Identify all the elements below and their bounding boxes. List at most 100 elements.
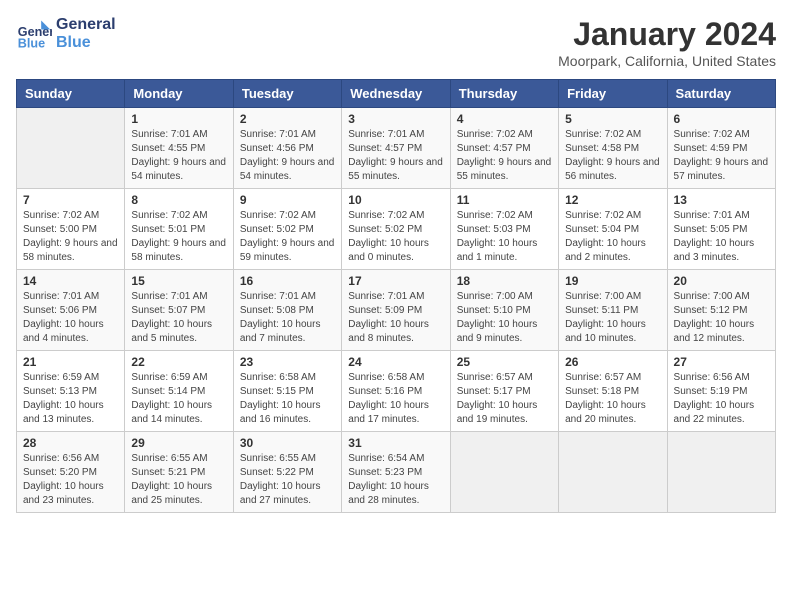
calendar-cell: 5 Sunrise: 7:02 AMSunset: 4:58 PMDaylight… [559, 108, 667, 189]
calendar-cell: 30Sunrise: 6:55 AMSunset: 5:22 PMDayligh… [233, 432, 341, 513]
logo: General Blue General Blue [16, 16, 116, 52]
day-info: Sunrise: 7:00 AMSunset: 5:12 PMDaylight:… [674, 290, 769, 346]
calendar-cell [450, 432, 558, 513]
day-number: 29 [131, 436, 226, 450]
day-number: 25 [457, 355, 552, 369]
calendar-week-row: 1 Sunrise: 7:01 AMSunset: 4:55 PMDaylight… [17, 108, 776, 189]
day-info: Sunrise: 7:02 AMSunset: 5:02 PMDaylight:… [348, 209, 443, 265]
calendar-cell: 1 Sunrise: 7:01 AMSunset: 4:55 PMDaylight… [125, 108, 233, 189]
day-info: Sunrise: 6:57 AMSunset: 5:18 PMDaylight:… [565, 371, 660, 427]
calendar-cell: 21 Sunrise: 6:59 AMSunset: 5:13 PMDayligh… [17, 351, 125, 432]
day-number: 18 [457, 274, 552, 288]
day-info: Sunrise: 7:00 AMSunset: 5:11 PMDaylight:… [565, 290, 660, 346]
day-info: Sunrise: 7:02 AMSunset: 5:01 PMDaylight:… [131, 209, 226, 265]
calendar-cell: 23Sunrise: 6:58 AMSunset: 5:15 PMDayligh… [233, 351, 341, 432]
calendar-cell: 25 Sunrise: 6:57 AMSunset: 5:17 PMDayligh… [450, 351, 558, 432]
calendar-cell: 14 Sunrise: 7:01 AMSunset: 5:06 PMDayligh… [17, 270, 125, 351]
calendar-cell: 4 Sunrise: 7:02 AMSunset: 4:57 PMDaylight… [450, 108, 558, 189]
weekday-header-wednesday: Wednesday [342, 80, 450, 108]
day-info: Sunrise: 6:58 AMSunset: 5:15 PMDaylight:… [240, 371, 335, 427]
month-title: January 2024 [558, 16, 776, 53]
day-number: 7 [23, 193, 118, 207]
day-info: Sunrise: 7:02 AMSunset: 5:00 PMDaylight:… [23, 209, 118, 265]
calendar-cell: 17Sunrise: 7:01 AMSunset: 5:09 PMDayligh… [342, 270, 450, 351]
day-number: 28 [23, 436, 118, 450]
day-info: Sunrise: 7:01 AMSunset: 5:08 PMDaylight:… [240, 290, 335, 346]
day-info: Sunrise: 7:02 AMSunset: 5:02 PMDaylight:… [240, 209, 335, 265]
day-number: 26 [565, 355, 660, 369]
day-number: 30 [240, 436, 335, 450]
calendar-cell: 20 Sunrise: 7:00 AMSunset: 5:12 PMDayligh… [667, 270, 775, 351]
day-info: Sunrise: 7:01 AMSunset: 5:09 PMDaylight:… [348, 290, 443, 346]
day-number: 11 [457, 193, 552, 207]
calendar-cell [667, 432, 775, 513]
day-info: Sunrise: 7:01 AMSunset: 5:07 PMDaylight:… [131, 290, 226, 346]
day-info: Sunrise: 6:59 AMSunset: 5:13 PMDaylight:… [23, 371, 118, 427]
calendar-cell: 26 Sunrise: 6:57 AMSunset: 5:18 PMDayligh… [559, 351, 667, 432]
day-number: 1 [131, 112, 226, 126]
weekday-header-thursday: Thursday [450, 80, 558, 108]
day-number: 15 [131, 274, 226, 288]
calendar-cell: 28 Sunrise: 6:56 AMSunset: 5:20 PMDayligh… [17, 432, 125, 513]
weekday-header-sunday: Sunday [17, 80, 125, 108]
day-info: Sunrise: 7:01 AMSunset: 4:55 PMDaylight:… [131, 128, 226, 184]
calendar-cell [17, 108, 125, 189]
day-info: Sunrise: 6:59 AMSunset: 5:14 PMDaylight:… [131, 371, 226, 427]
day-number: 14 [23, 274, 118, 288]
day-number: 24 [348, 355, 443, 369]
day-info: Sunrise: 6:58 AMSunset: 5:16 PMDaylight:… [348, 371, 443, 427]
day-info: Sunrise: 7:02 AMSunset: 5:04 PMDaylight:… [565, 209, 660, 265]
calendar-cell: 2 Sunrise: 7:01 AMSunset: 4:56 PMDaylight… [233, 108, 341, 189]
calendar-cell: 29 Sunrise: 6:55 AMSunset: 5:21 PMDayligh… [125, 432, 233, 513]
calendar-cell: 16 Sunrise: 7:01 AMSunset: 5:08 PMDayligh… [233, 270, 341, 351]
calendar-cell: 7 Sunrise: 7:02 AMSunset: 5:00 PMDaylight… [17, 189, 125, 270]
weekday-header-monday: Monday [125, 80, 233, 108]
calendar-table: SundayMondayTuesdayWednesdayThursdayFrid… [16, 79, 776, 513]
logo-general-text: General [56, 16, 116, 34]
calendar-cell: 27Sunrise: 6:56 AMSunset: 5:19 PMDayligh… [667, 351, 775, 432]
day-number: 5 [565, 112, 660, 126]
day-number: 16 [240, 274, 335, 288]
day-info: Sunrise: 7:02 AMSunset: 4:59 PMDaylight:… [674, 128, 769, 184]
day-info: Sunrise: 6:56 AMSunset: 5:20 PMDaylight:… [23, 452, 118, 508]
day-number: 3 [348, 112, 443, 126]
calendar-week-row: 21 Sunrise: 6:59 AMSunset: 5:13 PMDayligh… [17, 351, 776, 432]
day-number: 12 [565, 193, 660, 207]
day-info: Sunrise: 6:55 AMSunset: 5:21 PMDaylight:… [131, 452, 226, 508]
day-info: Sunrise: 7:00 AMSunset: 5:10 PMDaylight:… [457, 290, 552, 346]
day-number: 22 [131, 355, 226, 369]
page-header: General Blue General Blue January 2024 M… [16, 16, 776, 69]
calendar-cell [559, 432, 667, 513]
title-block: January 2024 Moorpark, California, Unite… [558, 16, 776, 69]
day-number: 21 [23, 355, 118, 369]
day-info: Sunrise: 6:57 AMSunset: 5:17 PMDaylight:… [457, 371, 552, 427]
weekday-header-friday: Friday [559, 80, 667, 108]
weekday-header-tuesday: Tuesday [233, 80, 341, 108]
weekday-header-saturday: Saturday [667, 80, 775, 108]
day-info: Sunrise: 7:01 AMSunset: 4:57 PMDaylight:… [348, 128, 443, 184]
logo-icon: General Blue [16, 16, 52, 52]
day-info: Sunrise: 7:02 AMSunset: 4:58 PMDaylight:… [565, 128, 660, 184]
calendar-cell: 31Sunrise: 6:54 AMSunset: 5:23 PMDayligh… [342, 432, 450, 513]
svg-text:Blue: Blue [18, 37, 45, 51]
day-number: 2 [240, 112, 335, 126]
day-number: 4 [457, 112, 552, 126]
day-number: 13 [674, 193, 769, 207]
day-number: 20 [674, 274, 769, 288]
day-number: 9 [240, 193, 335, 207]
calendar-week-row: 7 Sunrise: 7:02 AMSunset: 5:00 PMDaylight… [17, 189, 776, 270]
calendar-week-row: 14 Sunrise: 7:01 AMSunset: 5:06 PMDayligh… [17, 270, 776, 351]
calendar-cell: 3 Sunrise: 7:01 AMSunset: 4:57 PMDaylight… [342, 108, 450, 189]
day-info: Sunrise: 7:02 AMSunset: 5:03 PMDaylight:… [457, 209, 552, 265]
calendar-cell: 11 Sunrise: 7:02 AMSunset: 5:03 PMDayligh… [450, 189, 558, 270]
day-info: Sunrise: 7:01 AMSunset: 4:56 PMDaylight:… [240, 128, 335, 184]
calendar-cell: 12 Sunrise: 7:02 AMSunset: 5:04 PMDayligh… [559, 189, 667, 270]
day-number: 19 [565, 274, 660, 288]
day-info: Sunrise: 7:01 AMSunset: 5:06 PMDaylight:… [23, 290, 118, 346]
day-info: Sunrise: 7:02 AMSunset: 4:57 PMDaylight:… [457, 128, 552, 184]
calendar-cell: 24 Sunrise: 6:58 AMSunset: 5:16 PMDayligh… [342, 351, 450, 432]
calendar-cell: 15 Sunrise: 7:01 AMSunset: 5:07 PMDayligh… [125, 270, 233, 351]
location-text: Moorpark, California, United States [558, 53, 776, 69]
day-number: 31 [348, 436, 443, 450]
calendar-week-row: 28 Sunrise: 6:56 AMSunset: 5:20 PMDayligh… [17, 432, 776, 513]
